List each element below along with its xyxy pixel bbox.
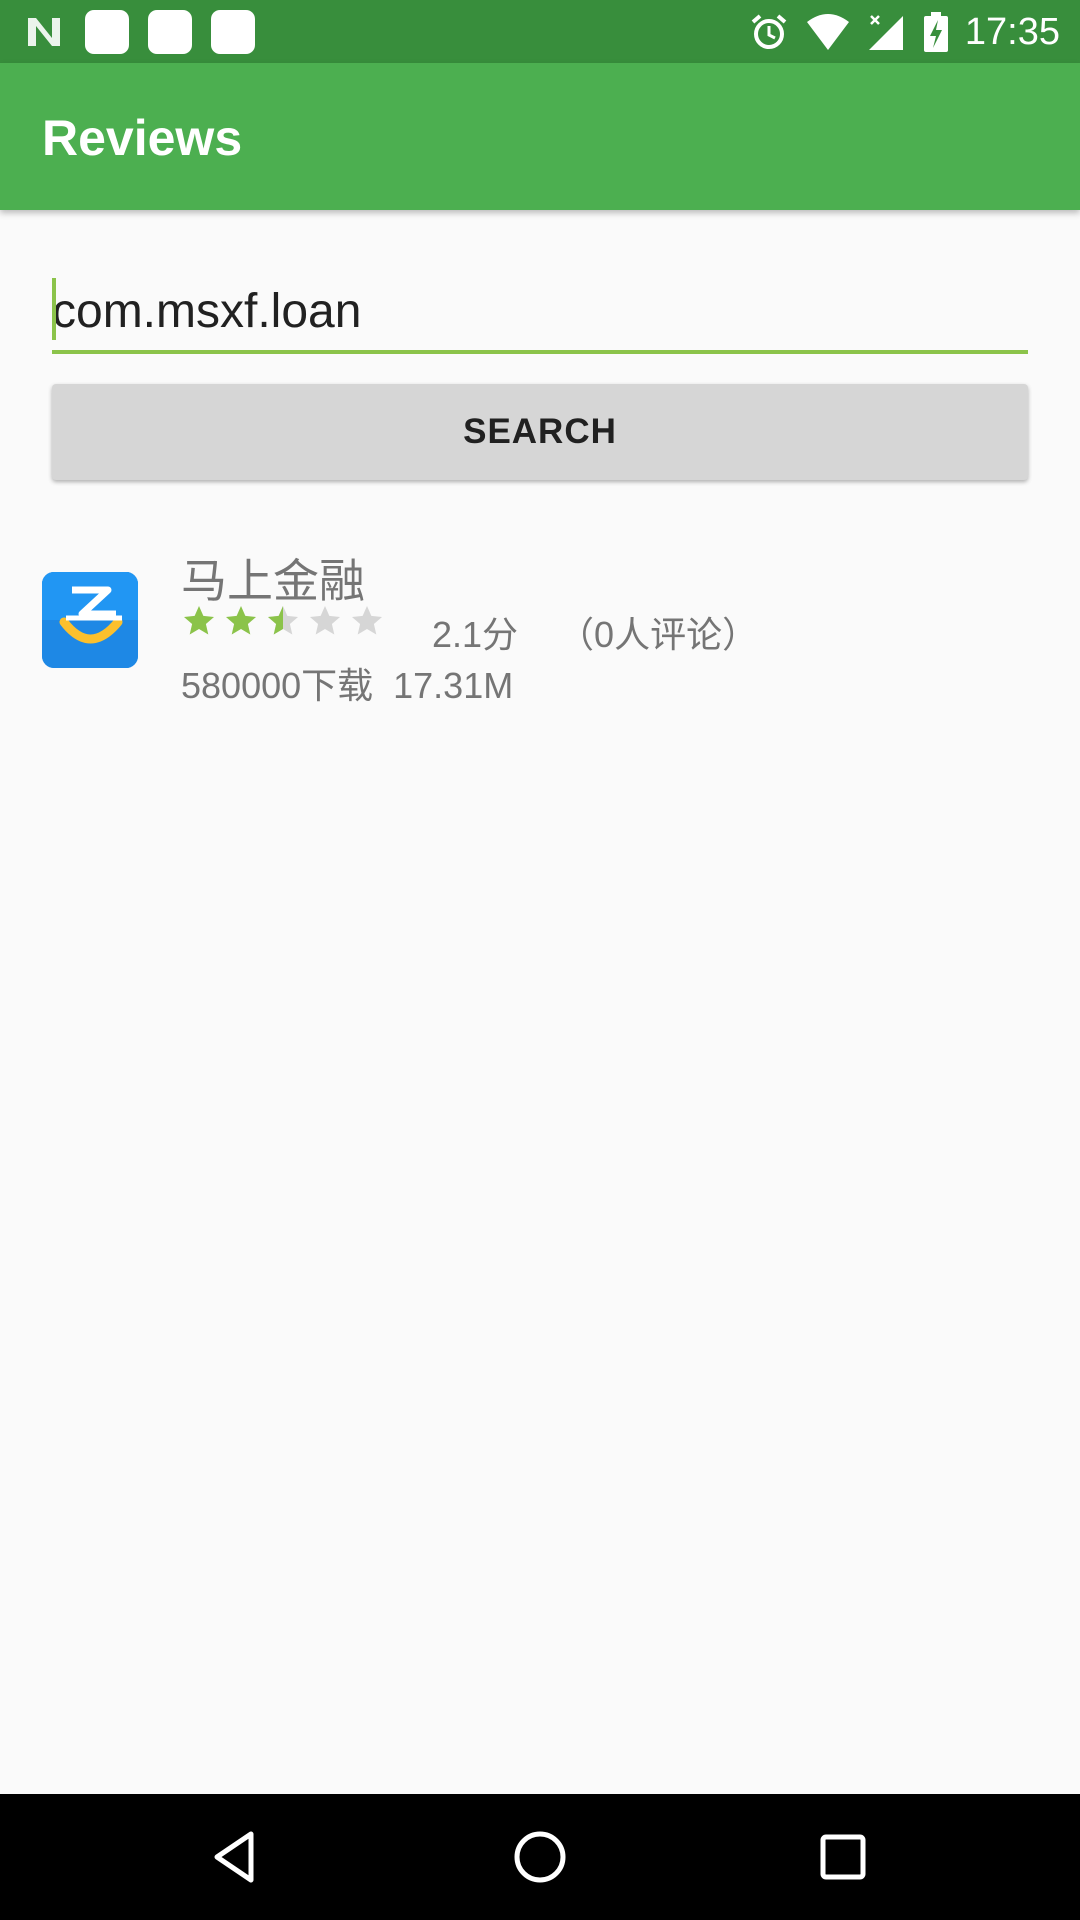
search-button[interactable]: SEARCH bbox=[52, 384, 1028, 480]
back-icon[interactable] bbox=[203, 1824, 269, 1890]
app-name: 马上金融 bbox=[181, 555, 365, 607]
app-bar: Reviews bbox=[0, 63, 1080, 210]
notification-icon bbox=[85, 10, 129, 54]
app-size: 17.31M bbox=[393, 665, 514, 706]
star-empty-icon bbox=[310, 606, 340, 635]
star-full-icon bbox=[184, 606, 214, 635]
download-count: 580000下载 bbox=[181, 665, 374, 706]
app-icon bbox=[42, 572, 138, 668]
signal-icon bbox=[868, 15, 903, 50]
review-count: （0人评论） bbox=[558, 614, 759, 655]
status-time: 17:35 bbox=[964, 10, 1060, 53]
status-bar: 17:35 bbox=[0, 0, 1080, 63]
home-icon[interactable] bbox=[507, 1824, 573, 1890]
navigation-bar bbox=[0, 1794, 1080, 1920]
battery-charging-icon bbox=[923, 12, 948, 52]
page-title: Reviews bbox=[42, 110, 243, 166]
star-empty-icon bbox=[352, 606, 382, 635]
rating-score: 2.1分 bbox=[432, 614, 519, 655]
notification-icon bbox=[211, 10, 255, 54]
alarm-icon bbox=[751, 14, 787, 49]
recents-icon[interactable] bbox=[810, 1824, 876, 1890]
notification-icon bbox=[148, 10, 192, 54]
rating-text: 2.1分 （0人评论） bbox=[432, 606, 758, 658]
star-full-icon bbox=[226, 606, 256, 635]
rating-stars bbox=[181, 603, 385, 639]
list-item[interactable]: 马上金融 2.1分 （0人评论） 580000下载 17.31M bbox=[0, 535, 1080, 710]
n-logo-icon bbox=[28, 18, 60, 46]
star-half-icon bbox=[268, 606, 298, 635]
wifi-icon bbox=[806, 14, 849, 50]
search-input[interactable] bbox=[52, 272, 1028, 354]
text-cursor bbox=[52, 278, 56, 340]
app-meta: 580000下载 17.31M bbox=[181, 657, 513, 709]
